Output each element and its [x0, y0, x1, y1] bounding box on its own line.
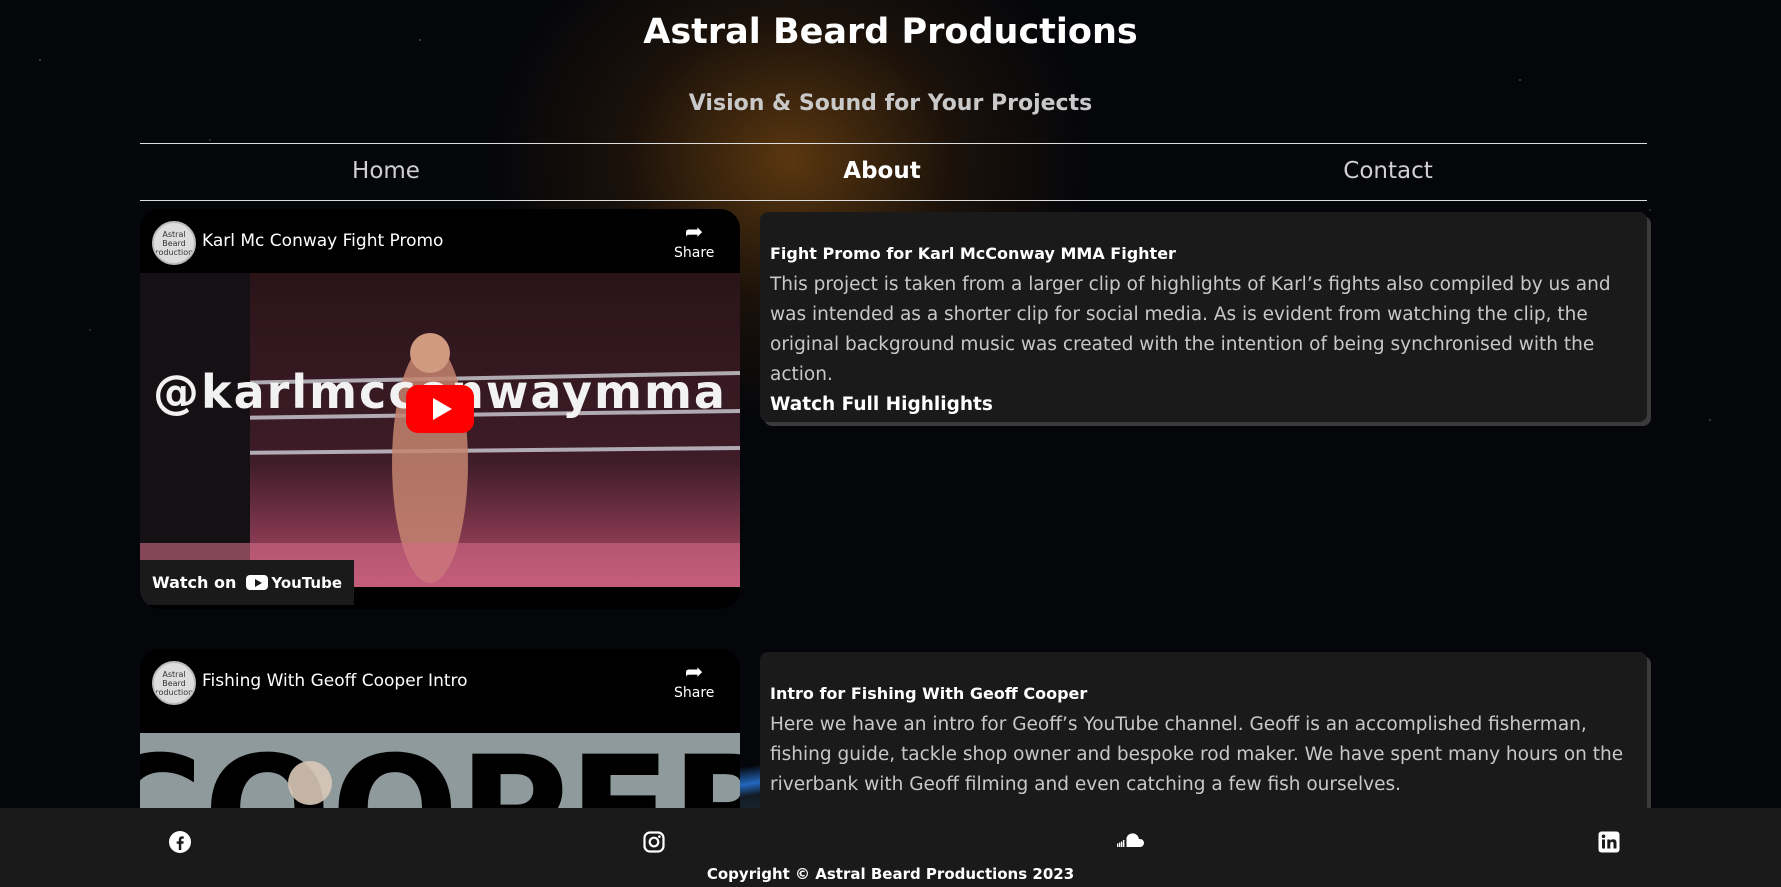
video-title[interactable]: Fishing With Geoff Cooper Intro — [202, 671, 468, 691]
channel-avatar[interactable]: Astral Beard Productions — [152, 661, 196, 705]
share-label: Share — [674, 685, 715, 701]
watch-on-youtube-button[interactable]: Watch on YouTube — [140, 560, 355, 605]
instagram-icon[interactable] — [642, 830, 666, 854]
share-icon: ➦ — [684, 660, 704, 685]
card-title: Intro for Fishing With Geoff Cooper — [770, 684, 1088, 703]
watch-on-label: Watch on — [152, 573, 237, 592]
card-body: Here we have an intro for Geoff’s YouTub… — [770, 714, 1624, 795]
video-title-bar: Astral Beard Productions Fishing With Ge… — [140, 649, 740, 713]
channel-avatar[interactable]: Astral Beard Productions — [152, 221, 196, 265]
video-embed-geoff[interactable]: Astral Beard Productions Fishing With Ge… — [140, 649, 740, 829]
video-title[interactable]: Karl Mc Conway Fight Promo — [202, 231, 443, 251]
watch-full-highlights-link[interactable]: Watch Full Highlights — [770, 394, 993, 415]
facebook-icon[interactable] — [168, 830, 192, 854]
share-icon: ➦ — [684, 220, 704, 245]
soundcloud-icon[interactable] — [1116, 830, 1146, 854]
project-card-geoff: Intro for Fishing With Geoff Cooper Here… — [760, 652, 1647, 822]
youtube-play-icon — [246, 575, 269, 590]
site-footer: Copyright © Astral Beard Productions 202… — [0, 808, 1781, 887]
youtube-logo: YouTube — [246, 574, 342, 592]
video-embed-karl[interactable]: Astral Beard Productions Karl Mc Conway … — [140, 209, 740, 609]
share-button[interactable]: ➦ Share — [674, 220, 715, 262]
video-title-bar: Astral Beard Productions Karl Mc Conway … — [140, 209, 740, 273]
copyright-text: Copyright © Astral Beard Productions 202… — [706, 865, 1075, 883]
play-button[interactable] — [406, 385, 474, 433]
site-title: Astral Beard Productions — [643, 12, 1138, 52]
linkedin-icon[interactable] — [1597, 830, 1621, 854]
site-tagline: Vision & Sound for Your Projects — [688, 91, 1093, 116]
nav-contact[interactable]: Contact — [1343, 158, 1432, 184]
nav-home[interactable]: Home — [352, 158, 420, 184]
share-label: Share — [674, 245, 715, 261]
project-card-karl: Fight Promo for Karl McConway MMA Fighte… — [760, 212, 1647, 422]
nav-about[interactable]: About — [843, 158, 920, 184]
card-body: This project is taken from a larger clip… — [770, 274, 1611, 385]
card-title: Fight Promo for Karl McConway MMA Fighte… — [770, 244, 1176, 263]
main-nav: Home About Contact — [140, 143, 1647, 201]
youtube-label: YouTube — [271, 573, 343, 592]
share-button[interactable]: ➦ Share — [674, 660, 715, 702]
